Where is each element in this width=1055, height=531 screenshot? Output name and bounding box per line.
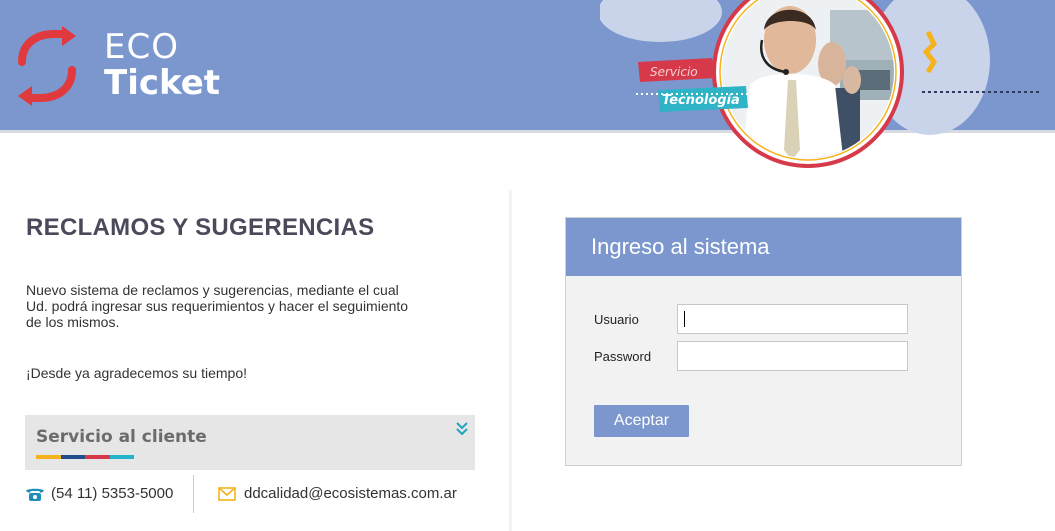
envelope-icon <box>218 486 236 501</box>
color-stripes <box>36 455 134 459</box>
badge-servicio: Servicio <box>650 65 698 79</box>
password-input[interactable] <box>677 341 908 371</box>
username-label: Usuario <box>594 312 639 327</box>
column-divider <box>509 190 512 531</box>
login-header: Ingreso al sistema <box>566 218 961 276</box>
phone-number: (54 11) 5353-5000 <box>51 485 174 502</box>
stripe-yellow <box>36 455 61 459</box>
brand-line1: ECO <box>104 27 179 67</box>
hero-illustration: Servicio Tecnología <box>598 0 1055 175</box>
brand-line2: Ticket <box>104 63 221 103</box>
text-caret <box>684 311 685 327</box>
info-column: RECLAMOS Y SUGERENCIAS Nuevo sistema de … <box>0 190 510 531</box>
contact-divider <box>193 475 194 513</box>
email-address: ddcalidad@ecosistemas.com.ar <box>244 485 457 502</box>
eco-arrows-icon <box>18 26 76 106</box>
username-input[interactable] <box>677 304 908 334</box>
submit-button[interactable]: Aceptar <box>594 405 689 437</box>
hero-graphic: Servicio Tecnología <box>598 0 1040 168</box>
description-text: Nuevo sistema de reclamos y sugerencias,… <box>26 282 409 330</box>
password-label: Password <box>594 349 652 364</box>
phone-icon <box>26 488 44 501</box>
login-form: Ingreso al sistema Usuario Password Acep… <box>565 217 962 466</box>
badge-tecnologia: Tecnología <box>662 93 740 108</box>
page-title: RECLAMOS Y SUGERENCIAS <box>26 214 375 241</box>
stripe-blue <box>60 455 85 459</box>
login-title: Ingreso al sistema <box>591 234 770 259</box>
stripe-cyan <box>109 455 134 459</box>
double-chevron-down-icon[interactable] <box>456 422 468 436</box>
customer-service-title: Servicio al cliente <box>36 427 207 447</box>
email-contact[interactable]: ddcalidad@ecosistemas.com.ar <box>218 485 457 502</box>
customer-service-panel[interactable]: Servicio al cliente <box>25 415 475 470</box>
phone-contact[interactable]: (54 11) 5353-5000 <box>25 485 173 502</box>
thanks-text: ¡Desde ya agradecemos su tiempo! <box>26 365 247 381</box>
contact-row: (54 11) 5353-5000 ddcalidad@ecosistemas.… <box>25 475 475 515</box>
brand-logo[interactable]: ECO Ticket <box>14 26 220 106</box>
stripe-red <box>85 455 110 459</box>
